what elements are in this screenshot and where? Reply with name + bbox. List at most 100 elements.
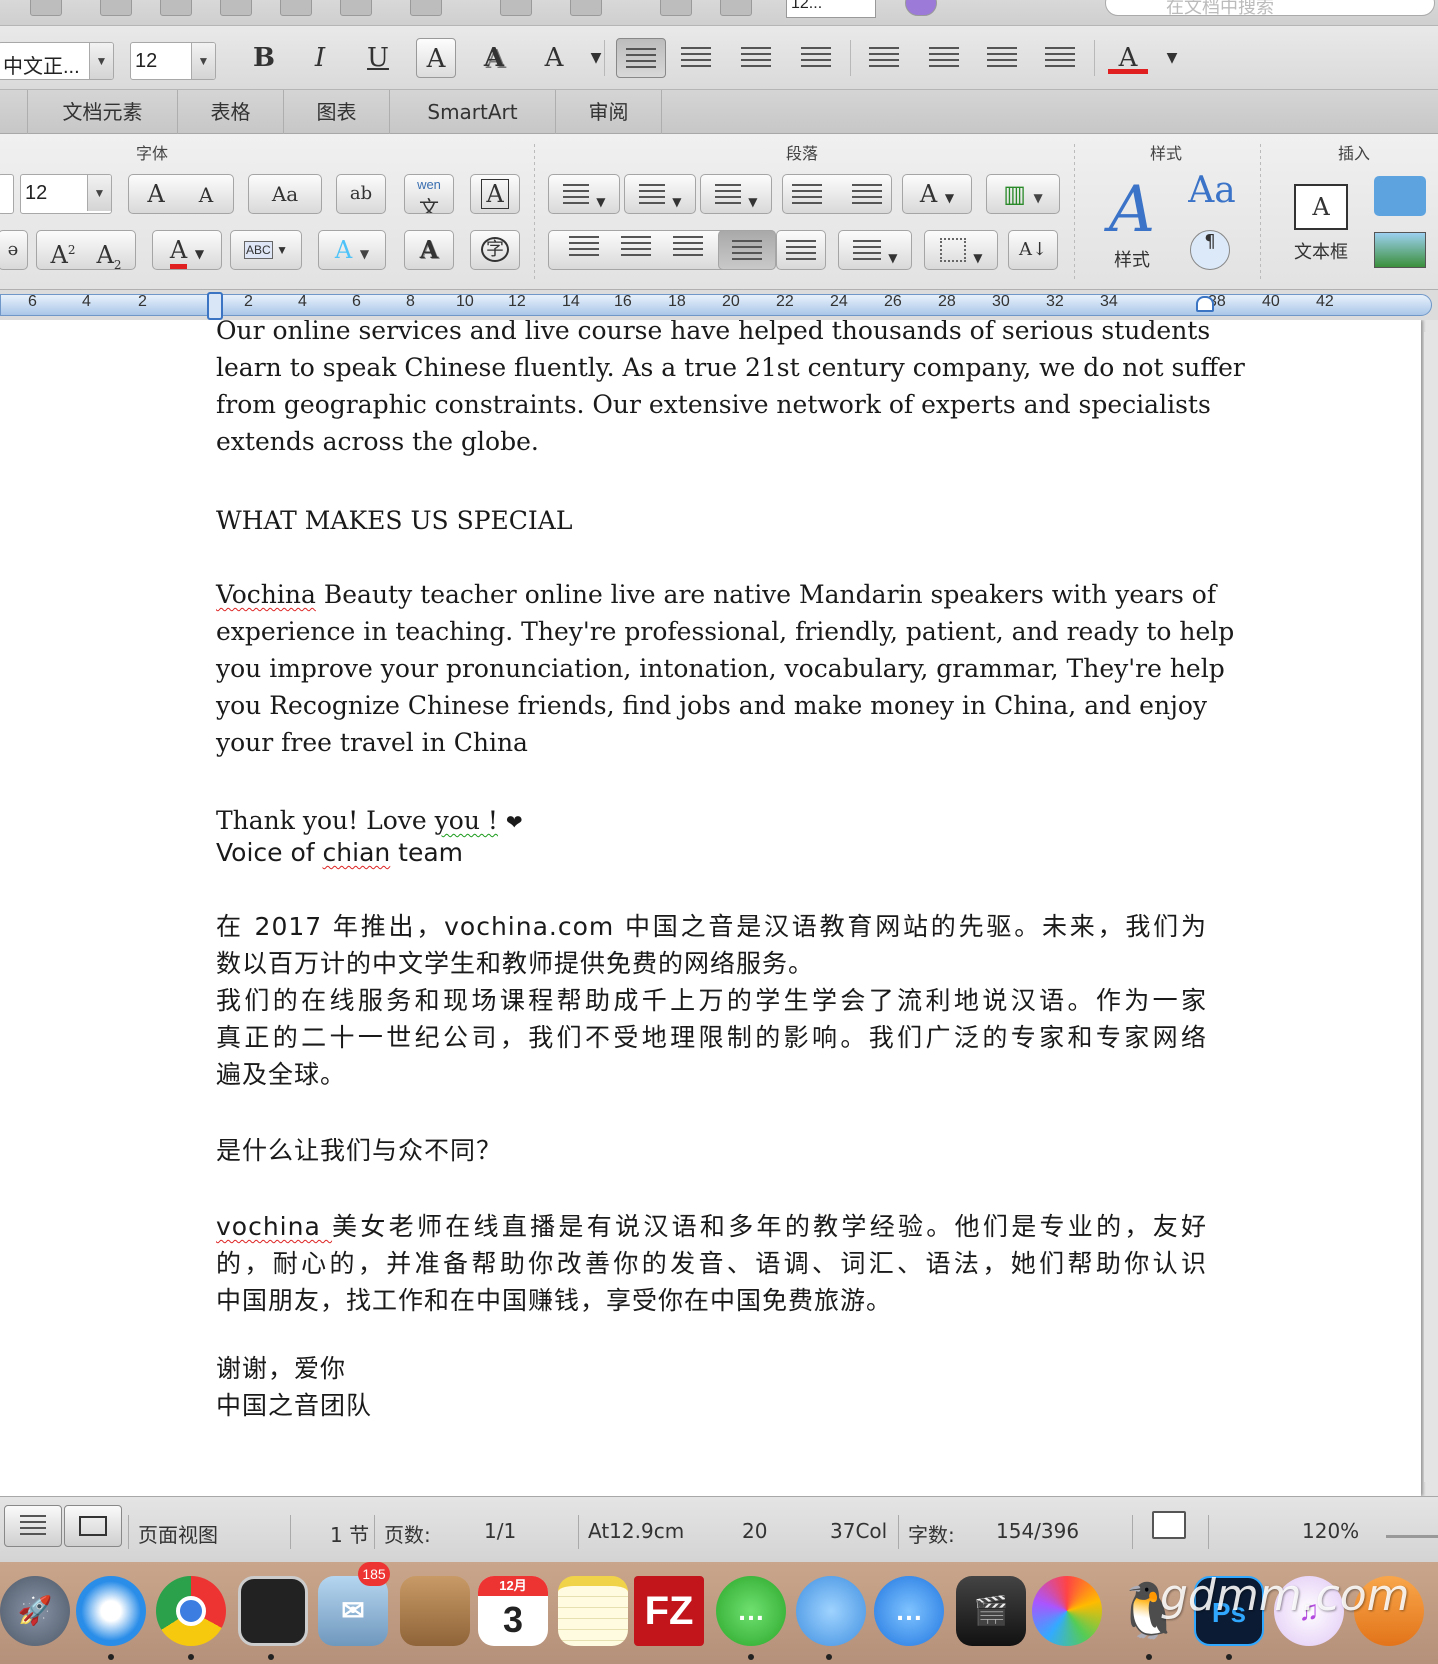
zoom-level[interactable]: 120% <box>1302 1519 1359 1543</box>
strikethrough-button[interactable]: ə <box>0 230 28 270</box>
italic-button[interactable]: I <box>300 38 340 78</box>
numbering-button[interactable]: ▼ <box>624 174 696 214</box>
grow-font-button[interactable]: A <box>131 175 181 213</box>
font-name-select[interactable]: 中文正... ▼ <box>0 42 114 80</box>
distributed-button[interactable] <box>776 230 826 270</box>
grammar-flagged-word[interactable]: you ! <box>435 806 498 835</box>
activity-monitor-icon[interactable] <box>238 1576 308 1646</box>
shrink-font-button[interactable]: A <box>181 176 231 213</box>
right-align-button[interactable] <box>736 38 776 78</box>
view-mode-label[interactable]: 页面视图 <box>138 1519 218 1548</box>
ribbon-font-color-button[interactable]: A ▼ <box>152 230 222 270</box>
wechat-icon[interactable]: … <box>716 1576 786 1646</box>
misspelled-word[interactable]: chian <box>323 838 391 867</box>
vertical-scrollbar[interactable] <box>1424 332 1436 1482</box>
horizontal-ruler[interactable]: 6 4 2 2 4 6 8 10 12 14 16 18 20 22 24 26 28 30 32 34 38 40 42 <box>0 290 1438 320</box>
chevron-down-icon[interactable]: ▼ <box>576 38 616 78</box>
right-indent-marker[interactable] <box>1196 296 1214 312</box>
picture-button[interactable] <box>1374 232 1426 268</box>
misspelled-word[interactable]: vochina <box>216 1212 332 1241</box>
misspelled-word[interactable]: Vochina <box>216 580 316 609</box>
tab-document-elements[interactable]: 文档元素 <box>28 90 178 134</box>
notes-icon[interactable] <box>558 1576 628 1646</box>
decrease-indent-icon[interactable] <box>791 184 822 206</box>
left-align-icon[interactable] <box>569 236 599 258</box>
safari-icon[interactable] <box>76 1576 146 1646</box>
paste-icon[interactable] <box>220 0 252 16</box>
copy-icon[interactable] <box>160 0 192 16</box>
increase-indent-icon[interactable] <box>852 184 883 206</box>
highlight-button[interactable]: ABC ▼ <box>230 230 302 270</box>
chrome-icon[interactable] <box>156 1576 226 1646</box>
font-name-select-partial[interactable] <box>0 174 14 214</box>
launchpad-icon[interactable]: 🚀 <box>0 1576 70 1646</box>
change-styles-button[interactable]: Aa <box>1184 170 1240 211</box>
justify-align-button[interactable] <box>616 38 666 78</box>
textbox-button[interactable]: A 文本框 <box>1276 178 1366 284</box>
chevron-down-icon[interactable]: ▼ <box>1152 38 1192 78</box>
tab-review[interactable]: 审阅 <box>556 90 662 134</box>
zoom-field[interactable]: 12... <box>786 0 876 18</box>
clear-format-button[interactable]: ab <box>336 174 386 214</box>
tab-charts[interactable]: 图表 <box>284 90 390 134</box>
superscript-button[interactable]: A2 <box>40 231 86 269</box>
font-size-select[interactable]: 12 ▼ <box>130 42 216 80</box>
increase-indent-button[interactable] <box>1040 38 1080 78</box>
final-cut-icon[interactable]: 🎬 <box>956 1576 1026 1646</box>
character-border-button[interactable]: A <box>470 174 520 214</box>
text-effects-button[interactable]: A ▼ <box>318 230 386 270</box>
globe-icon[interactable] <box>280 0 312 16</box>
messages-icon[interactable]: … <box>874 1576 944 1646</box>
sort-button[interactable]: A↓ <box>1008 230 1058 270</box>
mail-icon[interactable]: ✉ <box>318 1576 388 1646</box>
distributed-align-button[interactable] <box>796 38 836 78</box>
document-search-input[interactable]: 在文档中搜索 <box>1105 0 1435 17</box>
justify-selected-button[interactable] <box>718 230 776 270</box>
indent-marker[interactable] <box>207 292 223 320</box>
outline-button[interactable]: A <box>416 38 456 78</box>
draft-view-button[interactable] <box>4 1505 62 1547</box>
qq-bubble-icon[interactable] <box>796 1576 866 1646</box>
tab-start[interactable] <box>0 90 28 134</box>
tab-smartart[interactable]: SmartArt <box>390 90 556 134</box>
subscript-button[interactable]: A2 <box>86 236 132 269</box>
borders-button[interactable]: ▼ <box>924 230 998 270</box>
text-direction-button[interactable]: A ▼ <box>902 174 972 214</box>
word-count-value[interactable]: 154/396 <box>996 1519 1079 1543</box>
sidebar-icon[interactable] <box>660 0 692 16</box>
spelling-book-icon[interactable] <box>1152 1511 1186 1539</box>
zoom-slider[interactable] <box>1386 1535 1438 1538</box>
show-formatting-button[interactable]: ¶ <box>1190 230 1230 270</box>
fullscreen-view-button[interactable] <box>64 1505 122 1547</box>
cut-icon[interactable] <box>100 0 132 16</box>
center-align-icon[interactable] <box>621 236 651 258</box>
chevron-down-icon[interactable]: ▼ <box>87 175 111 211</box>
table-icon[interactable] <box>570 0 602 16</box>
multilevel-list-button[interactable]: ▼ <box>700 174 772 214</box>
chevron-down-icon[interactable]: ▼ <box>191 43 215 79</box>
save-icon[interactable] <box>30 0 62 16</box>
undo-icon[interactable] <box>410 0 442 16</box>
tab-tables[interactable]: 表格 <box>178 90 284 134</box>
change-case-button[interactable]: Aa <box>248 174 322 214</box>
decrease-indent-button[interactable] <box>982 38 1022 78</box>
media-icon[interactable] <box>720 0 752 16</box>
contacts-icon[interactable] <box>400 1576 470 1646</box>
underline-button[interactable]: U <box>358 38 398 78</box>
bullet-list-button[interactable] <box>924 38 964 78</box>
center-align-button[interactable] <box>676 38 716 78</box>
shapes-button[interactable] <box>1374 176 1426 216</box>
redo-icon[interactable] <box>500 0 532 16</box>
calendar-icon[interactable]: 12月 3 <box>478 1576 548 1646</box>
enclose-char-button[interactable]: 字 <box>470 230 520 270</box>
ribbon-font-size-select[interactable]: 12 ▼ <box>20 174 112 214</box>
line-spacing-button[interactable]: ▼ <box>838 230 912 270</box>
chevron-down-icon[interactable]: ▼ <box>89 43 113 79</box>
bullets-button[interactable]: ▼ <box>548 174 620 214</box>
numbered-list-button[interactable] <box>864 38 904 78</box>
filezilla-icon[interactable]: FZ <box>634 1576 704 1646</box>
character-spacing-button[interactable]: A <box>534 38 574 78</box>
photos-icon[interactable] <box>1032 1576 1102 1646</box>
phonetic-guide-button[interactable]: wen 文 <box>404 174 454 214</box>
shading-button[interactable]: A <box>404 230 454 270</box>
